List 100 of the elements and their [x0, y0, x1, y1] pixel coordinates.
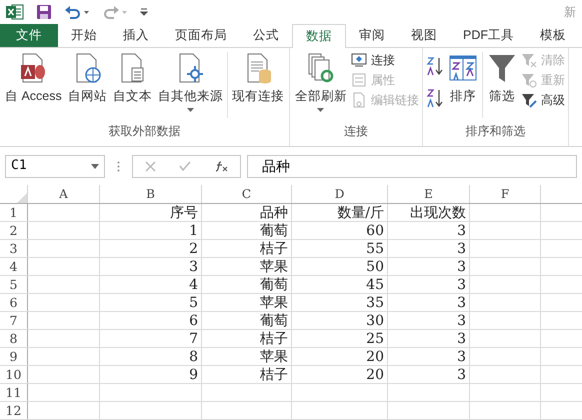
table-cell: 桔子: [260, 241, 288, 257]
check-icon[interactable]: [179, 161, 192, 172]
row-header[interactable]: 1: [0, 204, 28, 221]
row-header[interactable]: 5: [0, 276, 28, 293]
ribbon-tab[interactable]: 视图: [398, 24, 450, 47]
table-cell: 出现次数: [410, 205, 466, 221]
row-header[interactable]: 7: [0, 312, 28, 329]
table-cell: 55: [366, 241, 384, 257]
group-label: 连接: [342, 123, 369, 140]
table-cell: 桔子: [260, 331, 288, 347]
ribbon-button[interactable]: 自 Access: [3, 48, 64, 122]
table-cell: 60: [366, 223, 384, 239]
table-cell: 3: [457, 223, 466, 239]
table-cell: 葡萄: [260, 223, 288, 239]
table-cell: 45: [366, 277, 384, 293]
column-header[interactable]: E: [388, 185, 470, 203]
insert-function-icon[interactable]: [215, 160, 228, 172]
column-header[interactable]: F: [470, 185, 541, 203]
group-label: 获取外部数据: [107, 123, 182, 140]
ribbon-tab[interactable]: 插入: [110, 24, 162, 47]
table-cell: 桔子: [260, 367, 288, 383]
sort-ascending-icon[interactable]: [426, 56, 444, 76]
funnel-x-icon: [520, 52, 537, 68]
row-header[interactable]: 9: [0, 348, 28, 365]
table-cell: 50: [366, 259, 384, 275]
table-cell: 葡萄: [260, 313, 288, 329]
window-title: 新: [564, 4, 576, 21]
row-header[interactable]: 6: [0, 294, 28, 311]
name-box[interactable]: C1: [5, 154, 105, 178]
table-cell: 3: [457, 277, 466, 293]
table-cell: 35: [366, 295, 384, 311]
ribbon-button[interactable]: 现有连接: [230, 48, 286, 122]
row-header[interactable]: 10: [0, 366, 28, 383]
table-cell: 苹果: [260, 259, 288, 275]
table-cell: 30: [366, 313, 384, 329]
ribbon-tab[interactable]: 开始: [58, 24, 110, 47]
table-cell: 3: [457, 241, 466, 257]
row-header[interactable]: 12: [0, 402, 28, 419]
ribbon-button[interactable]: 筛选: [484, 48, 519, 122]
row-header[interactable]: 8: [0, 330, 28, 347]
ribbon-button[interactable]: 排序: [446, 48, 480, 122]
undo-icon[interactable]: [64, 4, 90, 19]
table-cell: 20: [366, 367, 384, 383]
ribbon-small-button[interactable]: 高级: [520, 92, 565, 108]
table-cell: 6: [189, 313, 198, 329]
table-cell: 9: [189, 367, 198, 383]
funnel-refresh-icon: [520, 72, 537, 88]
ribbon-small-button[interactable]: 连接: [350, 52, 419, 68]
table-cell: 苹果: [260, 349, 288, 365]
table-cell: 3: [457, 295, 466, 311]
table-cell: 葡萄: [260, 277, 288, 293]
ribbon-tab[interactable]: 页面布局: [162, 24, 240, 47]
table-cell: 3: [457, 349, 466, 365]
save-icon[interactable]: [36, 4, 52, 20]
row-header[interactable]: 3: [0, 240, 28, 257]
ribbon-tab[interactable]: 模板: [527, 24, 579, 47]
refresh-documents-icon: [306, 52, 336, 84]
table-cell: 品种: [260, 205, 288, 221]
row-header[interactable]: 2: [0, 222, 28, 239]
table-cell: 3: [189, 259, 198, 275]
column-header[interactable]: B: [100, 185, 202, 203]
table-cell: 3: [457, 313, 466, 329]
dropdown-caret-icon: [91, 164, 99, 169]
row-header[interactable]: 4: [0, 258, 28, 275]
customize-toolbar-icon[interactable]: [140, 8, 148, 16]
table-cell: 4: [189, 277, 198, 293]
table-cell: 序号: [170, 205, 198, 221]
ribbon-button[interactable]: 自网站: [66, 48, 109, 122]
group-label: 排序和筛选: [464, 123, 526, 140]
table-cell: 数量/斤: [337, 205, 384, 221]
table-cell: 3: [457, 259, 466, 275]
table-cell: 8: [189, 349, 198, 365]
spreadsheet-logo-icon: [6, 4, 24, 20]
row-header[interactable]: 11: [0, 384, 28, 401]
ribbon-tab[interactable]: 审阅: [346, 24, 398, 47]
ribbon-tab[interactable]: 公式: [240, 24, 292, 47]
ribbon-tab[interactable]: 数据: [292, 24, 346, 48]
funnel-pencil-icon: [520, 92, 537, 108]
table-cell: 3: [457, 367, 466, 383]
table-cell: 5: [189, 295, 198, 311]
ribbon-tab[interactable]: PDF工具: [450, 24, 527, 47]
list-icon: [350, 72, 367, 88]
table-cell: 1: [189, 223, 198, 239]
sort-descending-icon[interactable]: [426, 88, 444, 108]
column-header[interactable]: A: [28, 185, 100, 203]
table-cell: 7: [189, 331, 198, 347]
drag-handle-icon[interactable]: [117, 160, 120, 172]
formula-field[interactable]: 品种: [247, 154, 577, 178]
table-cell: 20: [366, 349, 384, 365]
table-cell: 2: [189, 241, 198, 257]
ribbon-button[interactable]: 自其他来源: [156, 48, 225, 122]
ribbon-button[interactable]: 全部刷新: [292, 48, 349, 122]
table-cell: 3: [457, 331, 466, 347]
table-cell: 25: [366, 331, 384, 347]
ribbon-tab[interactable]: 文件: [0, 24, 58, 47]
monitor-icon: [350, 52, 367, 68]
ribbon-button[interactable]: 自文本: [110, 48, 154, 122]
column-header[interactable]: D: [292, 185, 388, 203]
link-file-icon: [350, 92, 367, 108]
column-header[interactable]: C: [202, 185, 292, 203]
